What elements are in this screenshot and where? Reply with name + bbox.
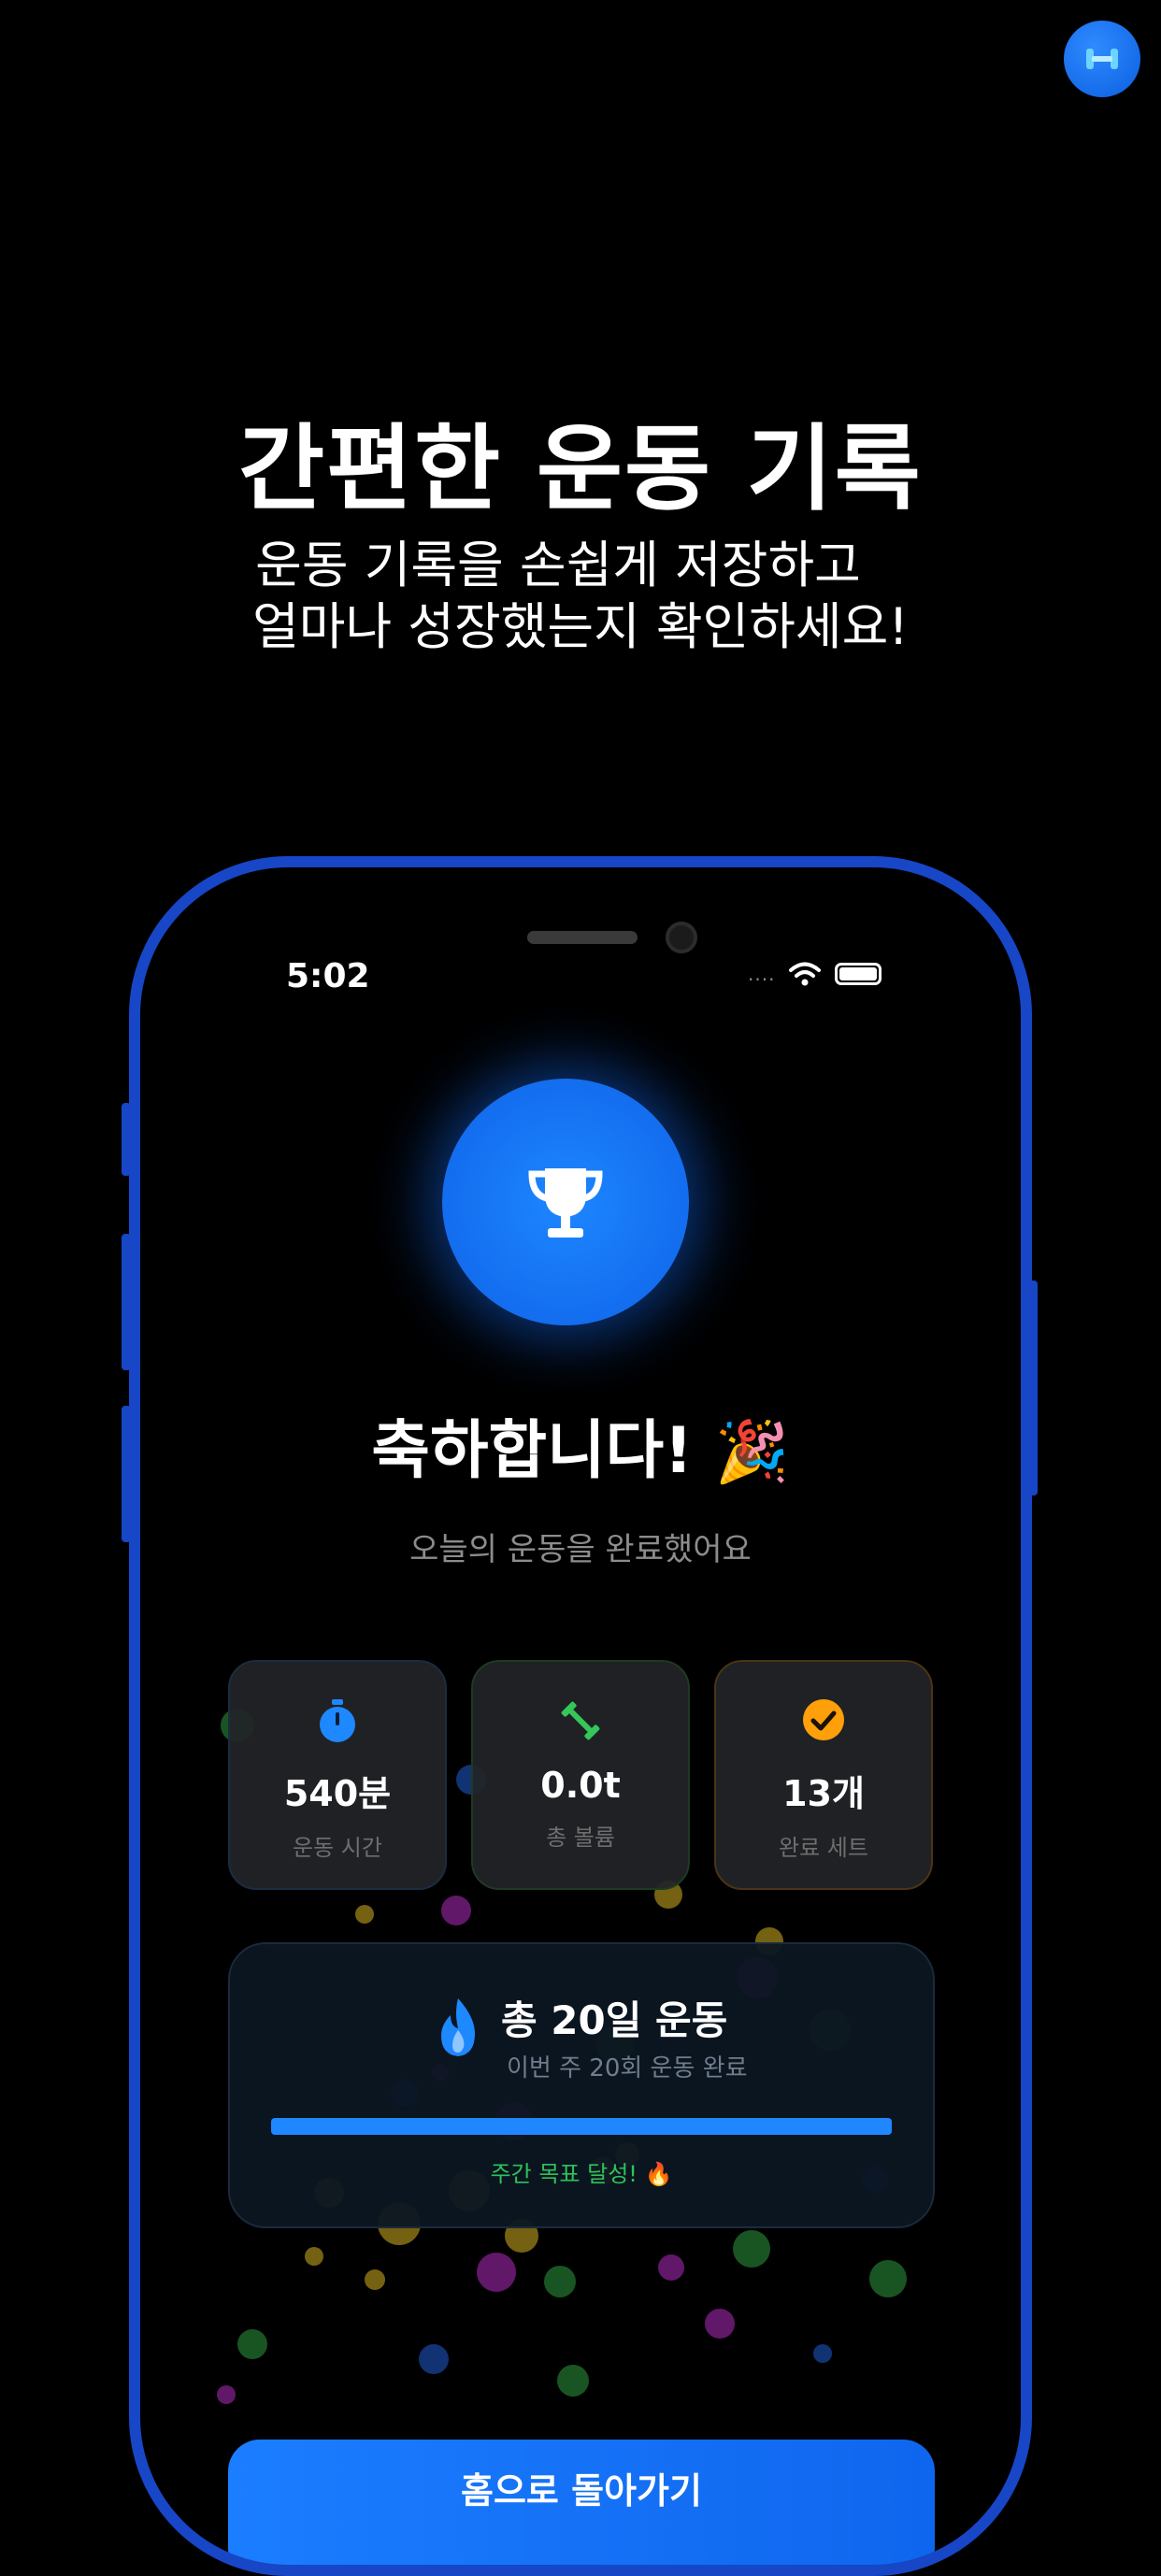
streak-card: 총 20일 운동 이번 주 20회 운동 완료 주간 목표 달성! 🔥	[228, 1942, 935, 2228]
confetti-dot	[869, 2260, 907, 2297]
confetti-dot	[419, 2344, 449, 2374]
stat-value: 540분	[283, 1773, 392, 1814]
confetti-dot	[237, 2329, 267, 2359]
home-button[interactable]: 홈으로 돌아가기	[228, 2440, 935, 2565]
page-headline: 간편한 운동 기록	[238, 414, 923, 523]
confetti-dot	[477, 2253, 516, 2292]
stat-value: 0.0t	[540, 1765, 621, 1806]
confetti-dot	[705, 2309, 735, 2339]
stat-label: 운동 시간	[293, 1835, 382, 1861]
subline-2: 얼마나 성장했는지 확인하세요!	[252, 597, 909, 656]
stat-label: 완료 세트	[779, 1835, 868, 1861]
stat-label: 총 볼륨	[546, 1825, 615, 1851]
flame-icon	[441, 1998, 475, 2056]
confetti-dot	[217, 2385, 236, 2404]
stopwatch-icon	[320, 1699, 355, 1742]
congrats-subtitle: 오늘의 운동을 완료했어요	[409, 1531, 752, 1568]
weekly-progress-fill	[271, 2118, 892, 2135]
congrats-title: 축하합니다! 🎉	[140, 1398, 1021, 1491]
phone-frame: 5:02 .... 축하합니다! 🎉 오늘의 운동을 완료했어요 540분 운동…	[129, 856, 1032, 2576]
confetti-dot	[813, 2344, 832, 2363]
status-time: 5:02	[286, 957, 370, 995]
confetti-dot	[544, 2266, 576, 2297]
dumbbell-logo-icon	[1086, 49, 1118, 69]
weekly-goal-text: 주간 목표 달성! 🔥	[490, 2161, 673, 2187]
check-circle-icon	[803, 1699, 844, 1740]
confetti-dot	[733, 2230, 770, 2268]
phone-camera	[666, 922, 697, 953]
confetti-dot	[658, 2254, 684, 2281]
app-logo-badge	[1064, 21, 1140, 97]
signal-dots: ....	[748, 963, 776, 985]
phone-speaker	[527, 931, 638, 944]
streak-subtitle: 이번 주 20회 운동 완료	[507, 2054, 748, 2082]
trophy-icon	[528, 1168, 603, 1238]
subline-1: 운동 기록을 손쉽게 저장하고	[255, 536, 861, 594]
confetti-dot	[355, 1905, 374, 1924]
trophy-badge	[442, 1079, 689, 1325]
stat-card-time: 540분 운동 시간	[228, 1660, 447, 1890]
dumbbell-icon	[561, 1701, 600, 1740]
wifi-icon	[789, 962, 822, 986]
confetti-dot	[557, 2365, 589, 2397]
stat-card-sets: 13개 완료 세트	[714, 1660, 933, 1890]
streak-title: 총 20일 운동	[501, 1997, 728, 2043]
weekly-progress-bar	[271, 2118, 892, 2135]
confetti-dot	[441, 1896, 471, 1925]
confetti-dot	[305, 2247, 323, 2266]
stat-value: 13개	[782, 1773, 865, 1814]
battery-icon	[835, 963, 882, 985]
party-emoji: 🎉	[714, 1418, 790, 1487]
status-icons: ....	[748, 961, 882, 987]
stat-card-volume: 0.0t 총 볼륨	[471, 1660, 690, 1890]
confetti-dot	[365, 2269, 385, 2290]
congrats-title-text: 축하합니다!	[371, 1414, 694, 1488]
